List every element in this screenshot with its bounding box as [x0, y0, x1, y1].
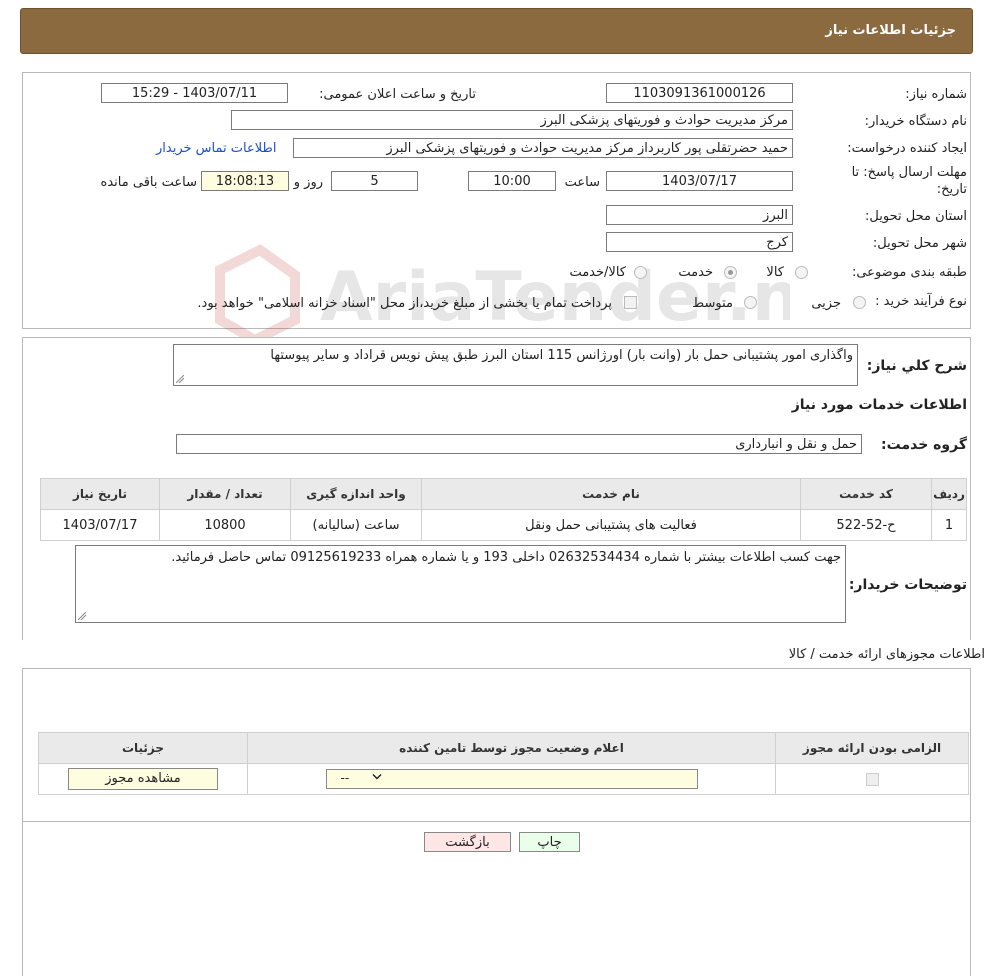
col-unit: واحد اندازه گیری: [290, 478, 422, 510]
buyer-notes-label: توضیحات خریدار:: [848, 577, 967, 593]
announce-datetime-field: 1403/07/11 - 15:29: [101, 83, 288, 103]
remaining-time-field: 18:08:13: [201, 171, 289, 191]
permit-status-value: --: [340, 771, 350, 785]
category-option-service: خدمت: [678, 265, 713, 280]
resize-handle-icon[interactable]: [78, 612, 86, 620]
col-need-date: تاریخ نیاز: [40, 478, 160, 510]
category-option-goods: کالا: [766, 265, 784, 280]
city-label: شهر محل تحویل:: [872, 236, 967, 251]
cell-service-name: فعالیت های پشتیبانی حمل ونقل: [421, 509, 801, 541]
process-radio-minor[interactable]: [853, 296, 866, 309]
remaining-time-label: ساعت باقی مانده: [100, 175, 197, 190]
page-header: جزئیات اطلاعات نیاز: [20, 8, 973, 54]
resize-handle-icon[interactable]: [176, 375, 184, 383]
permits-section-title: اطلاعات مجوزهای ارائه خدمت / کالا: [788, 647, 985, 662]
remaining-days-field: 5: [331, 171, 418, 191]
col-permit-required: الزامی بودن ارائه مجوز: [775, 732, 969, 764]
back-button[interactable]: بازگشت: [424, 832, 511, 852]
cell-permit-status: --: [247, 763, 776, 795]
deadline-label-date: تاریخ:: [936, 182, 967, 197]
chevron-down-icon: [371, 773, 382, 780]
process-option-medium: متوسط: [692, 296, 733, 311]
cell-row-number: 1: [931, 509, 967, 541]
view-permit-button[interactable]: مشاهده مجوز: [68, 768, 218, 790]
announce-datetime-label: تاریخ و ساعت اعلان عمومی:: [319, 87, 476, 102]
category-radio-goods[interactable]: [795, 266, 808, 279]
cell-permit-details: مشاهده مجوز: [38, 763, 248, 795]
col-quantity: تعداد / مقدار: [159, 478, 291, 510]
buyer-contact-link[interactable]: اطلاعات تماس خریدار: [156, 141, 276, 156]
summary-field: واگذاری امور پشتیبانی حمل بار (وانت بار)…: [173, 344, 858, 386]
col-service-name: نام خدمت: [421, 478, 801, 510]
col-service-code: کد خدمت: [800, 478, 932, 510]
summary-label: شرح کلي نياز:: [866, 358, 967, 374]
cell-need-date: 1403/07/17: [40, 509, 160, 541]
col-permit-details: جزئیات: [38, 732, 248, 764]
treasury-payment-note: پرداخت تمام یا بخشی از مبلغ خرید،از محل …: [197, 296, 612, 311]
process-option-minor: جزیی: [811, 296, 841, 311]
page-title: جزئیات اطلاعات نیاز: [825, 23, 956, 38]
province-label: استان محل تحویل:: [865, 209, 967, 224]
deadline-date-field: 1403/07/17: [606, 171, 793, 191]
deadline-label: مهلت ارسال پاسخ: تا: [851, 165, 967, 180]
buyer-notes-field: جهت کسب اطلاعات بیشتر با شماره 026325344…: [75, 545, 846, 623]
cell-permit-required: [775, 763, 969, 795]
print-button[interactable]: چاپ: [519, 832, 580, 852]
services-section-title: اطلاعات خدمات مورد نیاز: [791, 397, 967, 413]
buyer-notes-text: جهت کسب اطلاعات بیشتر با شماره 026325344…: [171, 550, 841, 565]
buyer-org-field: مرکز مدیریت حوادث و فوریتهای پزشکی البرز: [231, 110, 793, 130]
creator-field: حمید حضرتقلی پور کاربرداز مرکز مدیریت حو…: [293, 138, 793, 158]
days-label: روز و: [293, 175, 323, 190]
category-option-goods-service: کالا/خدمت: [569, 265, 626, 280]
need-number-field: 1103091361000126: [606, 83, 793, 103]
deadline-time-label: ساعت: [564, 175, 600, 190]
buyer-org-label: نام دستگاه خریدار:: [864, 114, 967, 129]
creator-label: ایجاد کننده درخواست:: [847, 141, 967, 156]
cell-service-code: ح-52-522: [800, 509, 932, 541]
service-group-label: گروه خدمت:: [881, 437, 967, 453]
table-row: -- مشاهده مجوز: [38, 763, 969, 795]
col-permit-status: اعلام وضعیت مجوز توسط تامین کننده: [247, 732, 776, 764]
cell-unit: ساعت (سالیانه): [290, 509, 422, 541]
summary-text: واگذاری امور پشتیبانی حمل بار (وانت بار)…: [270, 348, 853, 363]
services-table-header: ردیف کد خدمت نام خدمت واحد اندازه گیری ت…: [40, 478, 967, 510]
process-type-label: نوع فرآیند خرید :: [875, 294, 967, 309]
services-table: ردیف کد خدمت نام خدمت واحد اندازه گیری ت…: [40, 478, 967, 541]
deadline-time-field: 10:00: [468, 171, 556, 191]
treasury-payment-checkbox[interactable]: [624, 296, 637, 309]
province-field: البرز: [606, 205, 793, 225]
category-label: طبقه بندی موضوعی:: [851, 265, 967, 280]
col-row-number: ردیف: [931, 478, 967, 510]
service-group-field: حمل و نقل و انبارداری: [176, 434, 862, 454]
cell-quantity: 10800: [159, 509, 291, 541]
category-radio-service[interactable]: [724, 266, 737, 279]
permit-required-checkbox: [865, 772, 879, 786]
category-radio-goods-service[interactable]: [634, 266, 647, 279]
table-row: 1 ح-52-522 فعالیت های پشتیبانی حمل ونقل …: [40, 509, 967, 541]
need-number-label: شماره نیاز:: [905, 87, 967, 102]
permits-table: الزامی بودن ارائه مجوز اعلام وضعیت مجوز …: [38, 732, 969, 795]
process-radio-medium[interactable]: [744, 296, 757, 309]
city-field: کرج: [606, 232, 793, 252]
permits-table-header: الزامی بودن ارائه مجوز اعلام وضعیت مجوز …: [38, 732, 969, 764]
